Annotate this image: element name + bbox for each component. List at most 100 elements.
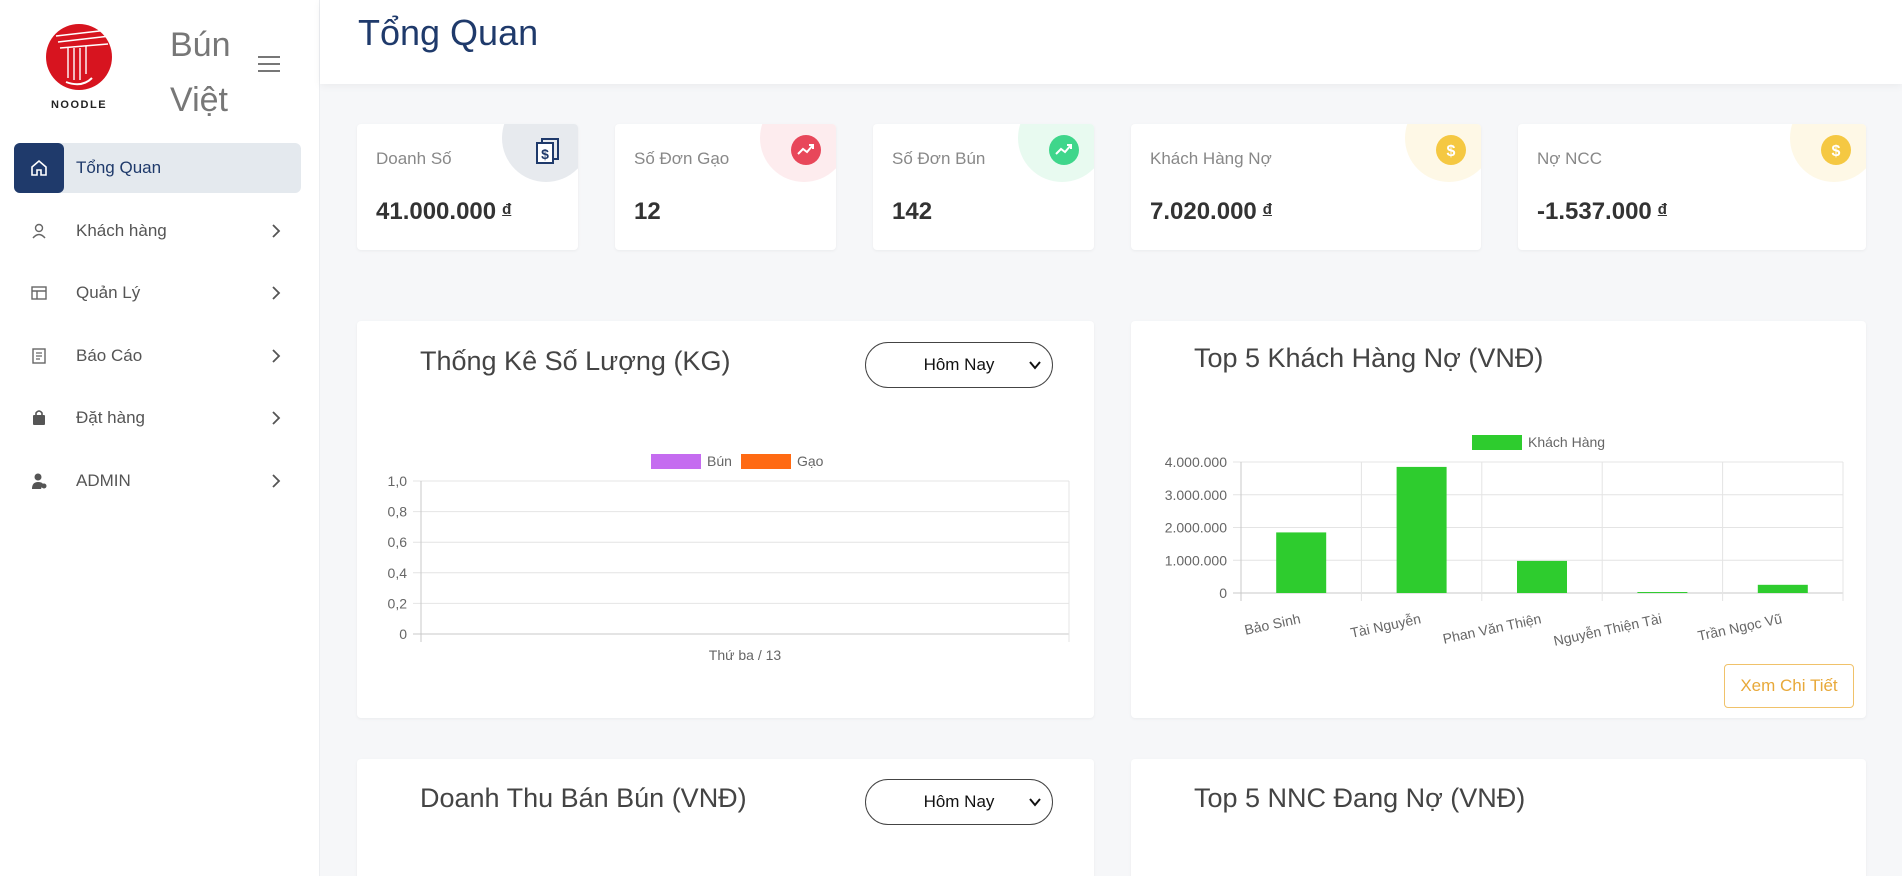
y-tick-label: 2.000.000 (1165, 520, 1227, 536)
sidebar-item-dat-hang[interactable]: Đặt hàng (14, 393, 301, 443)
report-icon (14, 331, 64, 381)
sidebar-item-label: Tổng Quan (76, 158, 162, 177)
x-tick-label: Nguyễn Thiện Tài (1552, 610, 1663, 649)
legend-label: Bún (707, 453, 732, 469)
y-tick-label: 0 (399, 626, 407, 642)
sidebar-item-khach-hang[interactable]: Khách hàng (14, 206, 301, 256)
y-tick-label: 0,4 (388, 565, 408, 581)
panel-title: Doanh Thu Bán Bún (VNĐ) (420, 783, 747, 813)
debtors-chart: Khách Hàng 0 1.000.000 2.000.000 3.000.000 4.… (1165, 434, 1844, 649)
top-debtors-panel: Top 5 Khách Hàng Nợ (VNĐ) Khách Hàng 0 1.0… (1131, 321, 1866, 718)
brand-name: Bún Việt (170, 18, 260, 128)
svg-text:$: $ (541, 146, 549, 162)
dollar-icon: $ (1436, 135, 1466, 165)
x-tick-label: Tài Nguyễn (1349, 610, 1422, 641)
home-icon (14, 143, 64, 193)
dollar-icon: $ (1821, 135, 1851, 165)
svg-text:$: $ (1447, 143, 1456, 160)
stat-number: 41.000.000 (376, 198, 497, 225)
y-tick-label: 0 (1219, 585, 1227, 601)
noodle-logo: NOODLE (46, 24, 112, 111)
menu-toggle-icon[interactable] (258, 56, 280, 74)
legend-swatch (741, 454, 791, 469)
sidebar-item-tong-quan[interactable]: Tổng Quan (14, 143, 301, 193)
sidebar-item-label: Đặt hàng (76, 408, 145, 427)
view-details-button[interactable]: Xem Chi Tiết (1724, 664, 1854, 708)
stat-value: 142 (892, 198, 932, 226)
sidebar-item-admin[interactable]: ADMIN (14, 456, 301, 506)
quantity-chart: Bún Gạo 0 0,2 0,4 0,6 0,8 1,0 Thứ ba / 13 (388, 453, 1070, 663)
table-icon (14, 268, 64, 318)
legend-swatch (651, 454, 701, 469)
stat-card-so-don-bun: Số Đơn Bún 142 (873, 124, 1094, 250)
sidebar: NOODLE Bún Việt Tổng Quan Khách hàng Quả… (0, 0, 320, 876)
chevron-right-icon (272, 348, 281, 363)
x-tick-label: Trần Ngọc Vũ (1696, 610, 1783, 644)
y-tick-label: 1.000.000 (1165, 552, 1227, 568)
trend-icon (791, 135, 821, 165)
top-suppliers-panel: Top 5 NNC Đang Nợ (VNĐ) (1131, 759, 1866, 876)
y-tick-label: 4.000.000 (1165, 454, 1227, 470)
sidebar-item-quan-ly[interactable]: Quản Lý (14, 268, 301, 318)
currency-symbol: đ (1262, 201, 1272, 218)
stat-label: Nợ NCC (1537, 149, 1602, 168)
stat-number: 7.020.000 (1150, 198, 1257, 225)
logo-text: NOODLE (51, 99, 107, 111)
stat-number: 142 (892, 198, 933, 225)
legend-label: Gạo (797, 453, 824, 469)
brand-name-line1: Bún (170, 26, 231, 64)
bar (1757, 584, 1808, 593)
stat-value: -1.537.000 đ (1537, 198, 1667, 226)
sidebar-item-label: ADMIN (76, 470, 131, 490)
stat-number: 12 (634, 198, 661, 225)
page-title: Tổng Quan (358, 12, 539, 53)
stat-value: 41.000.000 đ (376, 198, 511, 226)
y-tick-label: 0,6 (388, 534, 408, 550)
chevron-down-icon (1029, 798, 1041, 807)
y-tick-label: 0,2 (388, 595, 408, 611)
sidebar-item-label: Khách hàng (76, 220, 167, 240)
chevron-right-icon (272, 411, 281, 425)
chevron-right-icon (272, 286, 281, 300)
stat-card-doanh-so: $ Doanh Số 41.000.000 đ (357, 124, 578, 250)
trend-icon (1049, 135, 1079, 165)
x-tick-label: Thứ ba / 13 (709, 647, 782, 663)
sidebar-item-label: Quản Lý (76, 283, 141, 302)
y-tick-label: 1,0 (388, 473, 408, 489)
stat-value: 7.020.000 đ (1150, 198, 1272, 226)
sidebar-item-bao-cao[interactable]: Báo Cáo (14, 331, 301, 381)
stat-number: -1.537.000 (1537, 198, 1652, 225)
stat-card-no-ncc: $ Nợ NCC -1.537.000 đ (1518, 124, 1866, 250)
brand-name-line2: Việt (170, 81, 228, 119)
chevron-right-icon (272, 223, 281, 238)
sidebar-item-label: Báo Cáo (76, 345, 143, 365)
bar (1517, 560, 1567, 593)
panel-title: Top 5 NNC Đang Nợ (VNĐ) (1194, 783, 1526, 813)
x-tick-label: Phan Văn Thiện (1441, 610, 1542, 646)
stat-label: Doanh Số (376, 149, 452, 168)
brand: NOODLE Bún Việt (0, 0, 319, 130)
quantity-chart-panel: Thống Kê Số Lượng (KG) Hôm Nay Bún Gạo 0 0,… (357, 321, 1094, 718)
svg-text:$: $ (1832, 143, 1841, 160)
stat-card-so-don-gao: Số Đơn Gạo 12 (615, 124, 836, 250)
y-tick-label: 3.000.000 (1165, 487, 1227, 503)
currency-symbol: đ (502, 201, 512, 218)
stat-label: Khách Hàng Nợ (1150, 149, 1272, 168)
currency-symbol: đ (1657, 201, 1667, 218)
revenue-panel: Doanh Thu Bán Bún (VNĐ) Hôm Nay (357, 759, 1094, 876)
stat-card-khach-hang-no: $ Khách Hàng Nợ 7.020.000 đ (1131, 124, 1481, 250)
document-dollar-icon: $ (533, 135, 563, 165)
x-tick-label: Bảo Sinh (1243, 610, 1302, 637)
bar (1396, 466, 1447, 593)
stat-label: Số Đơn Gạo (634, 149, 730, 168)
bar (1276, 532, 1327, 593)
stat-label: Số Đơn Bún (892, 149, 986, 168)
sidebar-nav: Tổng Quan Khách hàng Quản Lý Báo Cáo Đặt… (14, 143, 301, 518)
legend-swatch (1472, 435, 1522, 450)
page-header: Tổng Quan (320, 0, 1902, 84)
y-tick-label: 0,8 (388, 504, 408, 520)
bag-icon (14, 393, 64, 443)
select-value: Hôm Nay (923, 792, 995, 811)
period-select[interactable]: Hôm Nay (865, 779, 1053, 825)
bar (1637, 592, 1688, 593)
